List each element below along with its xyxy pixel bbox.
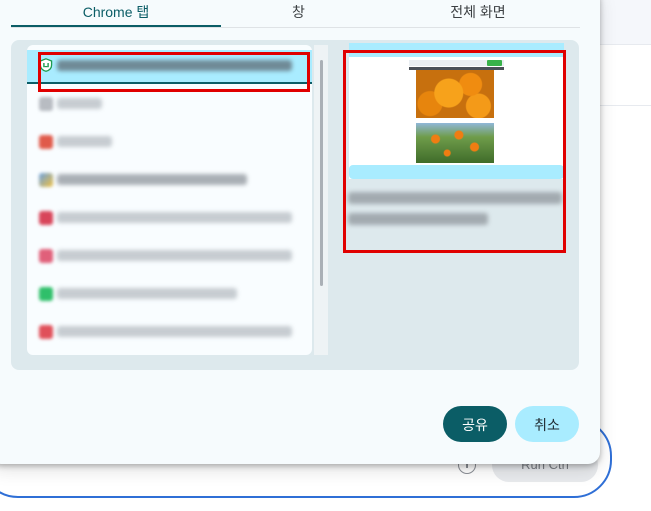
preview-oranges-image (416, 70, 494, 118)
tab-chrome-tab[interactable]: Chrome 탭 (11, 0, 221, 27)
scrollbar-thumb[interactable] (320, 60, 323, 286)
preview-green-button (487, 60, 502, 66)
preview-caption-redacted (344, 186, 567, 236)
tab-window[interactable]: 창 (221, 0, 376, 27)
tab-preview (344, 40, 567, 240)
tab-list-item[interactable] (27, 50, 312, 84)
tab-list-item[interactable] (27, 202, 312, 234)
preview-bottom-bar (349, 165, 564, 179)
tab-preview-thumbnail (349, 43, 564, 179)
screen-share-dialog: Chrome 탭 창 전체 화면 공유 취소 (0, 0, 600, 464)
tab-title-redacted (57, 288, 237, 299)
tab-title-redacted (57, 250, 292, 261)
background-toolbar (600, 0, 651, 45)
tab-list-item[interactable] (27, 316, 312, 348)
site-favicon-icon (39, 173, 53, 187)
share-content-area (11, 40, 579, 370)
site-favicon-icon (39, 211, 53, 225)
tabs-divider (11, 27, 580, 28)
preview-top-bar (349, 43, 564, 57)
tab-list-item[interactable] (27, 164, 312, 196)
tab-list-item[interactable] (27, 126, 312, 158)
tab-title-redacted (57, 98, 102, 109)
cancel-button[interactable]: 취소 (515, 406, 579, 442)
tab-entire-screen[interactable]: 전체 화면 (376, 0, 580, 27)
site-favicon-icon (39, 287, 53, 301)
chrome-tab-list (27, 45, 312, 355)
tab-title-redacted (57, 136, 112, 147)
tab-title-redacted (57, 60, 292, 71)
tab-title-redacted (57, 174, 247, 185)
site-favicon-icon (39, 97, 53, 111)
share-button[interactable]: 공유 (443, 406, 507, 442)
shield-icon (39, 58, 53, 72)
tab-list-item[interactable] (27, 240, 312, 272)
tab-title-redacted (57, 326, 292, 337)
site-favicon-icon (39, 325, 53, 339)
source-tabs: Chrome 탭 창 전체 화면 (11, 0, 580, 27)
tab-title-redacted (57, 212, 292, 223)
background-divider (600, 105, 651, 106)
tab-list-item[interactable] (27, 278, 312, 310)
tab-list-item[interactable] (27, 88, 312, 120)
site-favicon-icon (39, 249, 53, 263)
site-favicon-icon (39, 135, 53, 149)
preview-orange-tree-image (416, 123, 494, 163)
